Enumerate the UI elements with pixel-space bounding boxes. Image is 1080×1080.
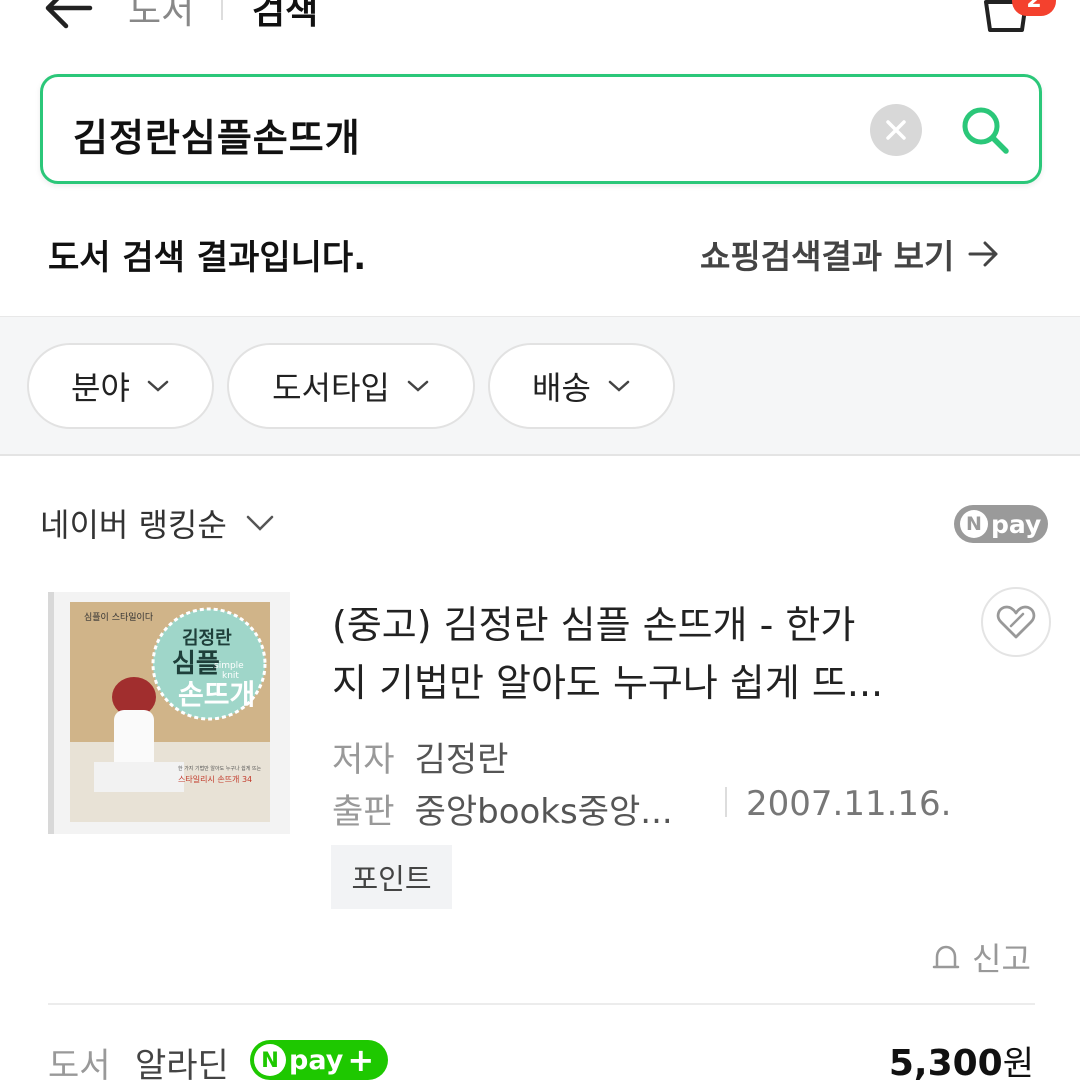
publish-date: 2007.11.16. (746, 784, 952, 824)
back-arrow-icon[interactable] (40, 0, 100, 38)
cart-count-badge: 2 (1012, 0, 1056, 16)
filter-chip-field[interactable]: 분야 (27, 343, 214, 429)
seller-name[interactable]: 알라딘 (135, 1038, 229, 1080)
cover-title-1: 심플 (172, 649, 220, 679)
report-button[interactable]: 신고 (930, 934, 1031, 980)
clear-search-button[interactable] (870, 104, 922, 156)
product-title[interactable]: (중고) 김정란 심플 손뜨개 - 한가 지 기법만 알아도 누구나 쉽게 뜨.… (332, 596, 952, 712)
product-title-line-1: (중고) 김정란 심플 손뜨개 - 한가 (332, 603, 856, 647)
plus-icon: + (347, 1041, 375, 1079)
sort-dropdown[interactable]: 네이버 랭킹순 (40, 500, 275, 546)
top-bar: 도서 검색 2 (0, 0, 1080, 60)
cover-en-1: simple (214, 661, 244, 671)
breadcrumb-category[interactable]: 도서 (128, 0, 194, 34)
filter-chip-book-type[interactable]: 도서타입 (227, 343, 475, 429)
publisher-name: 중앙books중앙... (414, 792, 673, 832)
siren-icon (932, 945, 960, 969)
cover-en-2: knit (222, 671, 239, 681)
book-cover-image[interactable]: 심플이 스타일이다 김정란 심플 손뜨개 simple knit 한 가지 기법… (48, 592, 290, 834)
chevron-down-icon (407, 380, 429, 392)
point-tag: 포인트 (331, 845, 452, 909)
filter-bar: 분야 도서타입 배송 (0, 316, 1080, 456)
cover-tagline-2: 스타일리시 손뜨개 34 (178, 774, 252, 784)
price-currency: 원 (1002, 1044, 1034, 1080)
publisher-key: 출판 (332, 792, 395, 832)
search-input[interactable]: 김정란심플손뜨개 (40, 74, 1042, 184)
filter-chip-label: 분야 (71, 369, 130, 407)
npay-label: pay (991, 509, 1042, 539)
chevron-down-icon (246, 515, 274, 531)
chevron-down-icon (147, 380, 169, 392)
page-title: 검색 (252, 0, 319, 32)
arrow-right-icon (968, 241, 998, 267)
sort-label: 네이버 랭킹순 (40, 506, 227, 544)
breadcrumb-divider (221, 0, 223, 20)
author-row: 저자 김정란 (332, 732, 508, 781)
publisher-row: 출판 중앙books중앙... (332, 784, 673, 833)
cover-author: 김정란 (182, 628, 232, 649)
npay-n-icon: N (254, 1044, 286, 1076)
search-query[interactable]: 김정란심플손뜨개 (73, 107, 361, 162)
author-key: 저자 (332, 740, 395, 780)
npay-plus-badge: N pay + (250, 1040, 388, 1080)
npay-plus-label: pay (289, 1044, 344, 1076)
filter-chip-label: 도서타입 (272, 369, 390, 407)
price: 5,300원 (889, 1036, 1034, 1080)
close-icon (886, 120, 906, 140)
result-label: 도서 검색 결과입니다. (48, 238, 367, 278)
book-cover-art: 심플이 스타일이다 김정란 심플 손뜨개 simple knit 한 가지 기법… (70, 602, 270, 822)
report-label: 신고 (972, 940, 1031, 978)
wishlist-button[interactable] (981, 587, 1051, 657)
filter-chip-label: 배송 (532, 369, 591, 407)
shopping-results-link[interactable]: 쇼핑검색결과 보기 (700, 230, 1000, 278)
search-icon[interactable] (956, 101, 1014, 159)
filter-chip-delivery[interactable]: 배송 (488, 343, 675, 429)
author-name: 김정란 (414, 740, 509, 780)
npay-n-icon: N (960, 510, 988, 538)
cover-tagline-1: 한 가지 기법만 알아도 누구나 쉽게 뜨는 (178, 765, 262, 772)
npay-filter-badge[interactable]: N pay (954, 505, 1048, 543)
product-title-line-2: 지 기법만 알아도 누구나 쉽게 뜨... (332, 661, 884, 705)
seller-category: 도서 (48, 1046, 111, 1080)
meta-divider (725, 787, 727, 817)
cover-title-2: 손뜨개 (178, 678, 255, 711)
chevron-down-icon (608, 380, 630, 392)
cover-top-text: 심플이 스타일이다 (84, 612, 154, 623)
divider (48, 1003, 1035, 1005)
heart-icon (996, 605, 1036, 639)
price-value: 5,300 (888, 1043, 1003, 1080)
shopping-results-link-label: 쇼핑검색결과 보기 (700, 237, 955, 276)
